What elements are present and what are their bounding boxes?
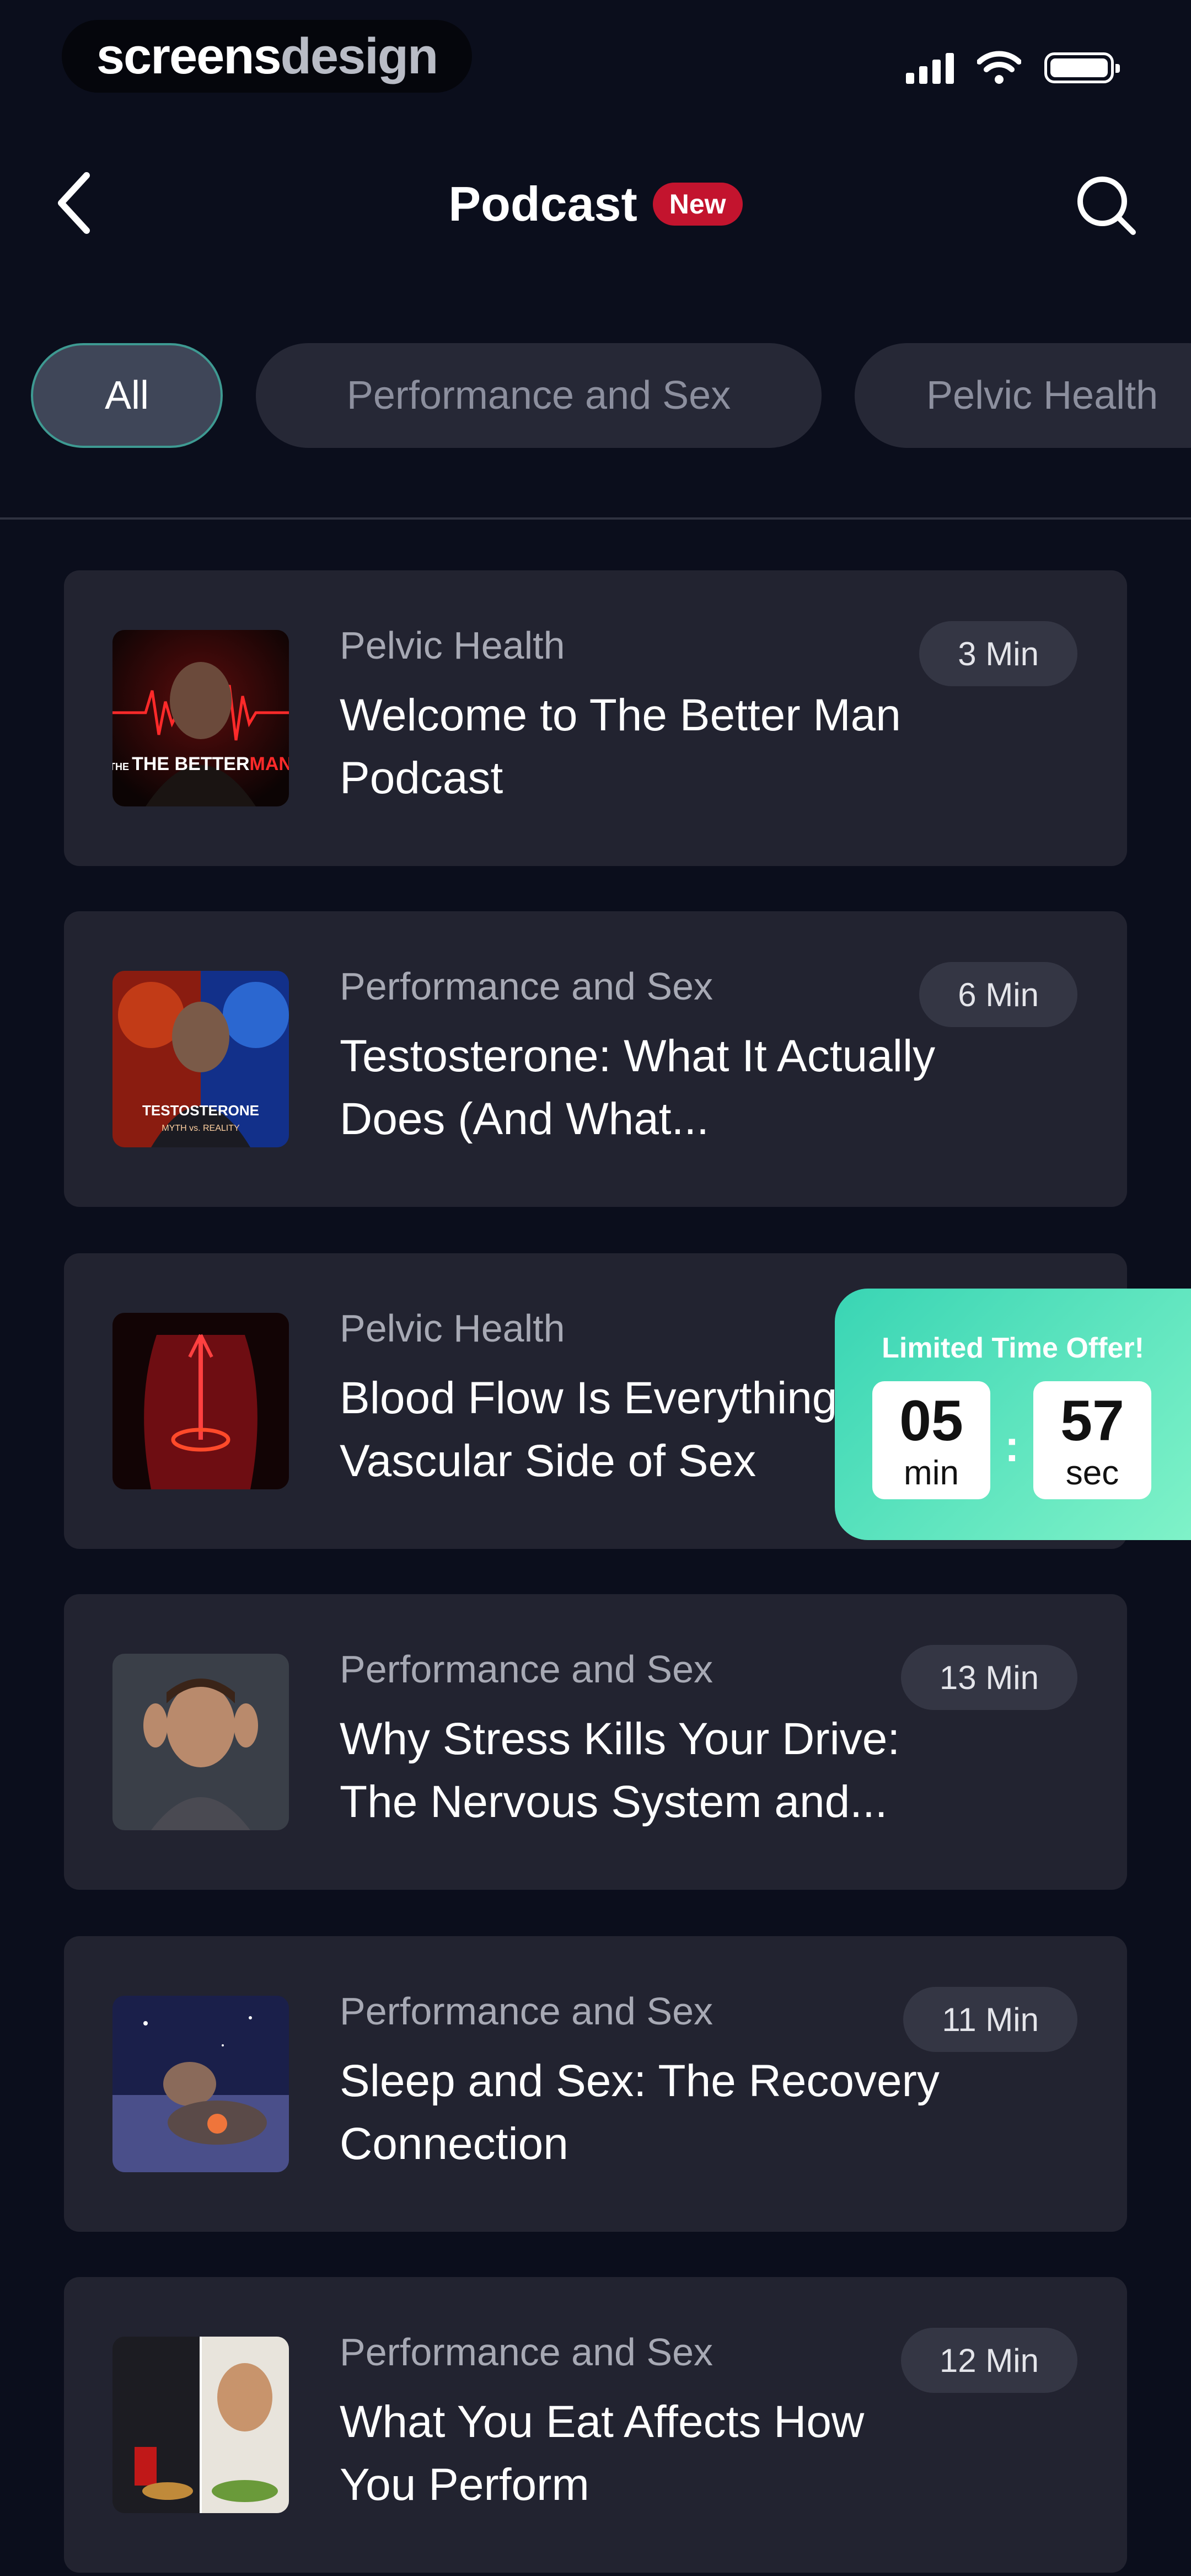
seconds-value: 57: [1060, 1389, 1124, 1453]
tab-pelvic-health[interactable]: Pelvic Health: [855, 343, 1191, 448]
watermark-part1: screens: [96, 28, 282, 84]
episode-card[interactable]: Performance and Sex Sleep and Sex: The R…: [64, 1936, 1127, 2232]
episode-thumbnail: [112, 2337, 289, 2513]
duration-badge: 13 Min: [900, 1645, 1077, 1710]
screensdesign-watermark: screens design: [62, 20, 472, 93]
episode-card[interactable]: Performance and Sex Why Stress Kills You…: [64, 1594, 1127, 1890]
episode-category: Performance and Sex: [340, 1990, 713, 2033]
episode-thumbnail: THE THE BETTERMAN: [112, 630, 289, 806]
wifi-icon: [977, 51, 1021, 84]
svg-text:THE THE BETTERMAN: THE THE BETTERMAN: [112, 753, 289, 774]
seconds-box: 57 sec: [1033, 1381, 1151, 1499]
search-icon: [1077, 177, 1136, 235]
header-title-group: Podcast New: [0, 171, 1191, 237]
timer-separator: :: [1005, 1421, 1020, 1471]
seconds-label: sec: [1065, 1454, 1119, 1492]
episode-title: Why Stress Kills Your Drive: The Nervous…: [340, 1714, 900, 1827]
minutes-value: 05: [899, 1389, 963, 1453]
offer-title: Limited Time Offer!: [882, 1332, 1144, 1364]
episode-thumbnail: [112, 1996, 289, 2172]
episode-card[interactable]: THE THE BETTERMAN Pelvic Health Welcome …: [64, 570, 1127, 866]
tabs-divider: [0, 517, 1191, 520]
episode-title: Testosterone: What It Actually Does (And…: [340, 1031, 936, 1144]
new-badge: New: [652, 183, 743, 226]
episode-category: Pelvic Health: [340, 624, 565, 667]
limited-offer-widget[interactable]: Limited Time Offer! 05 min : 57 sec: [835, 1289, 1191, 1540]
episode-title: Sleep and Sex: The Recovery Connection: [340, 2056, 940, 2169]
episode-category: Performance and Sex: [340, 1648, 713, 1691]
episode-category: Performance and Sex: [340, 965, 713, 1008]
status-icons: [906, 49, 1120, 87]
battery-icon: [1044, 52, 1120, 83]
episode-card[interactable]: TESTOSTERONE MYTH vs. REALITY Performanc…: [64, 911, 1127, 1207]
watermark-part2: design: [280, 28, 438, 84]
minutes-label: min: [904, 1454, 959, 1492]
category-tabs: All Performance and Sex Pelvic Health: [31, 343, 1191, 448]
signal-icon: [906, 52, 954, 84]
episode-title: Welcome to The Better Man Podcast: [340, 690, 901, 803]
episode-category: Pelvic Health: [340, 1307, 565, 1350]
search-button[interactable]: [1070, 169, 1141, 241]
episode-title: What You Eat Affects How You Perform: [340, 2397, 865, 2510]
episode-card[interactable]: Performance and Sex What You Eat Affects…: [64, 2277, 1127, 2573]
tab-performance-and-sex[interactable]: Performance and Sex: [256, 343, 822, 448]
episode-thumbnail: TESTOSTERONE MYTH vs. REALITY: [112, 971, 289, 1147]
duration-badge: 6 Min: [919, 962, 1077, 1027]
page-title: Podcast: [448, 177, 637, 231]
duration-badge: 11 Min: [903, 1987, 1077, 2052]
svg-text:MYTH vs. REALITY: MYTH vs. REALITY: [162, 1124, 240, 1133]
episode-thumbnail: [112, 1654, 289, 1830]
episode-thumbnail: [112, 1313, 289, 1489]
svg-text:TESTOSTERONE: TESTOSTERONE: [142, 1102, 259, 1119]
duration-badge: 12 Min: [900, 2328, 1077, 2393]
minutes-box: 05 min: [872, 1381, 990, 1499]
duration-badge: 3 Min: [919, 621, 1077, 686]
tab-all[interactable]: All: [31, 343, 223, 448]
episode-category: Performance and Sex: [340, 2331, 713, 2374]
